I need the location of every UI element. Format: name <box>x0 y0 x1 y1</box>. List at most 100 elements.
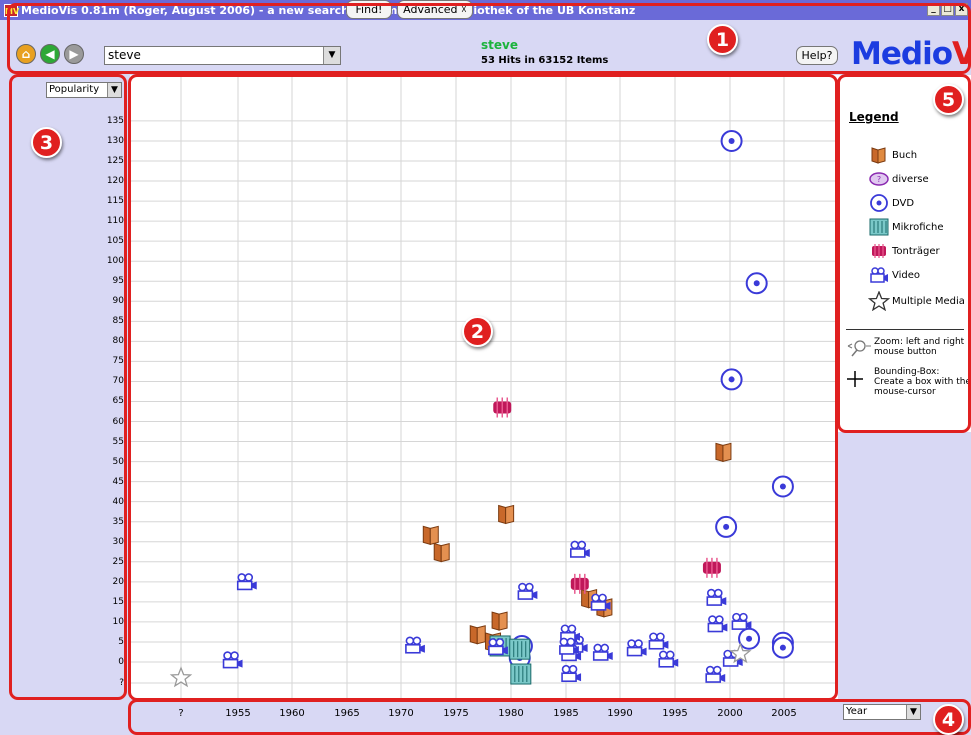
magnifier-icon <box>847 340 871 357</box>
video-marker[interactable] <box>405 636 425 654</box>
y-axis-select[interactable]: Popularity ▼ <box>46 82 122 98</box>
y-tick-label: ? <box>119 678 124 688</box>
title-bar: MV MedioVis 0.81m (Roger, August 2006) -… <box>0 0 971 20</box>
y-axis-select-value[interactable]: Popularity <box>47 83 107 97</box>
video-marker[interactable] <box>706 588 727 606</box>
dvd-marker[interactable] <box>738 627 761 650</box>
video-marker[interactable] <box>517 582 538 600</box>
x-tick-label: 1970 <box>388 708 414 719</box>
search-input[interactable]: steve ▼ <box>104 46 341 65</box>
legend-item-multiple: Multiple Media <box>868 291 965 311</box>
minimize-button[interactable]: _ <box>927 3 940 16</box>
home-icon[interactable]: ⌂ <box>16 44 36 64</box>
microfiche-marker[interactable] <box>510 663 532 685</box>
video-marker[interactable] <box>569 540 590 558</box>
x-tick-label: 1975 <box>443 708 469 719</box>
legend-item-dvd: DVD <box>868 193 914 213</box>
callout-badge-3: 3 <box>31 127 62 158</box>
hit-count: 53 Hits in 63152 Items <box>481 55 609 66</box>
video-marker[interactable] <box>561 664 582 683</box>
find-button[interactable]: Find! <box>346 0 392 19</box>
video-icon <box>870 267 888 283</box>
scatter-plot-area[interactable] <box>130 75 838 699</box>
y-tick-label: 70 <box>112 376 124 387</box>
legend-item-label: Video <box>892 269 921 281</box>
video-marker[interactable] <box>222 651 243 669</box>
y-tick-label: 5 <box>118 636 124 647</box>
dvd-marker[interactable] <box>720 368 743 391</box>
y-tick-label: 55 <box>112 436 124 447</box>
x-tick-label: 1990 <box>607 708 633 719</box>
scatter-plot[interactable] <box>130 75 838 699</box>
audio-marker[interactable] <box>702 557 721 578</box>
x-axis-select-value[interactable]: Year <box>844 705 906 719</box>
book-marker[interactable] <box>498 504 515 525</box>
dvd-marker[interactable] <box>715 515 738 538</box>
book-marker[interactable] <box>433 542 450 563</box>
star-icon <box>868 291 890 311</box>
book-marker[interactable] <box>469 625 486 645</box>
bounding-box-hint: Bounding-Box: Create a box with the mous… <box>846 367 971 397</box>
maximize-button[interactable]: □ <box>941 3 954 16</box>
status-area <box>0 700 128 735</box>
video-marker[interactable] <box>705 665 726 683</box>
video-marker[interactable] <box>731 612 752 630</box>
y-tick-label: 30 <box>112 536 124 547</box>
callout-badge-4: 4 <box>933 704 964 735</box>
y-tick-label: 45 <box>112 476 124 487</box>
search-input-value[interactable]: steve <box>105 47 323 64</box>
dvd-marker[interactable] <box>745 272 768 295</box>
book-marker[interactable] <box>491 611 508 631</box>
microfiche-icon <box>869 218 889 236</box>
y-tick-label: 10 <box>112 616 124 627</box>
legend-item-label: DVD <box>892 197 915 209</box>
video-marker[interactable] <box>592 643 613 661</box>
y-tick-label: 100 <box>106 256 124 267</box>
x-tick-label: 1995 <box>662 708 688 719</box>
legend-item-mikrofiche: Mikrofiche <box>868 217 944 237</box>
legend-item-label: diverse <box>892 173 929 185</box>
brand-logo-vis: Vis <box>952 36 971 72</box>
help-button[interactable]: Help? <box>796 46 838 65</box>
video-marker[interactable] <box>648 632 669 650</box>
forward-arrow-icon[interactable]: ▶ <box>64 44 84 64</box>
y-tick-label: 40 <box>112 496 124 507</box>
book-marker[interactable] <box>715 442 732 463</box>
window-title: MedioVis 0.81m (Roger, August 2006) - a … <box>21 3 636 17</box>
dvd-marker[interactable] <box>771 475 794 498</box>
zoom-hint-text: Zoom: left and right mouse button <box>874 337 965 357</box>
advanced-button[interactable]: Advanced ☓ <box>397 0 473 19</box>
video-marker[interactable] <box>707 615 728 633</box>
x-tick-label: 2005 <box>771 708 797 719</box>
x-tick-label: 1985 <box>553 708 579 719</box>
dvd-marker[interactable] <box>771 636 794 659</box>
y-tick-label: 80 <box>112 336 124 347</box>
x-axis-select[interactable]: Year ▼ <box>843 704 921 720</box>
legend-item-label: Multiple Media <box>892 295 965 307</box>
y-tick-label: 95 <box>112 276 124 287</box>
legend-item-label: Buch <box>892 149 918 161</box>
legend-item-buch: Buch <box>868 145 917 165</box>
y-tick-label: 35 <box>112 516 124 527</box>
audio-marker[interactable] <box>493 397 512 418</box>
y-axis-panel <box>10 76 126 698</box>
chevron-down-icon[interactable]: ▼ <box>906 705 920 719</box>
close-button[interactable]: x <box>955 3 968 16</box>
chevron-down-icon[interactable]: ▼ <box>107 83 121 97</box>
dvd-marker[interactable] <box>720 129 743 152</box>
x-tick-label: 1980 <box>498 708 524 719</box>
back-arrow-icon[interactable]: ◀ <box>40 44 60 64</box>
book-marker[interactable] <box>422 525 439 546</box>
chevron-down-icon[interactable]: ▼ <box>323 47 340 64</box>
legend-item-video: Video <box>868 265 920 285</box>
y-tick-label: 0 <box>118 657 124 667</box>
x-tick-label: 1965 <box>334 708 360 719</box>
microfiche-marker[interactable] <box>509 638 531 660</box>
legend-item-diverse: ? diverse <box>868 169 929 189</box>
y-tick-label: 115 <box>106 196 124 207</box>
brand-logo: MedioVis <box>851 36 971 72</box>
legend-item-label: Mikrofiche <box>892 221 944 233</box>
crosshair-icon <box>847 371 863 387</box>
y-tick-label: 120 <box>106 176 124 187</box>
callout-badge-2: 2 <box>462 316 493 347</box>
